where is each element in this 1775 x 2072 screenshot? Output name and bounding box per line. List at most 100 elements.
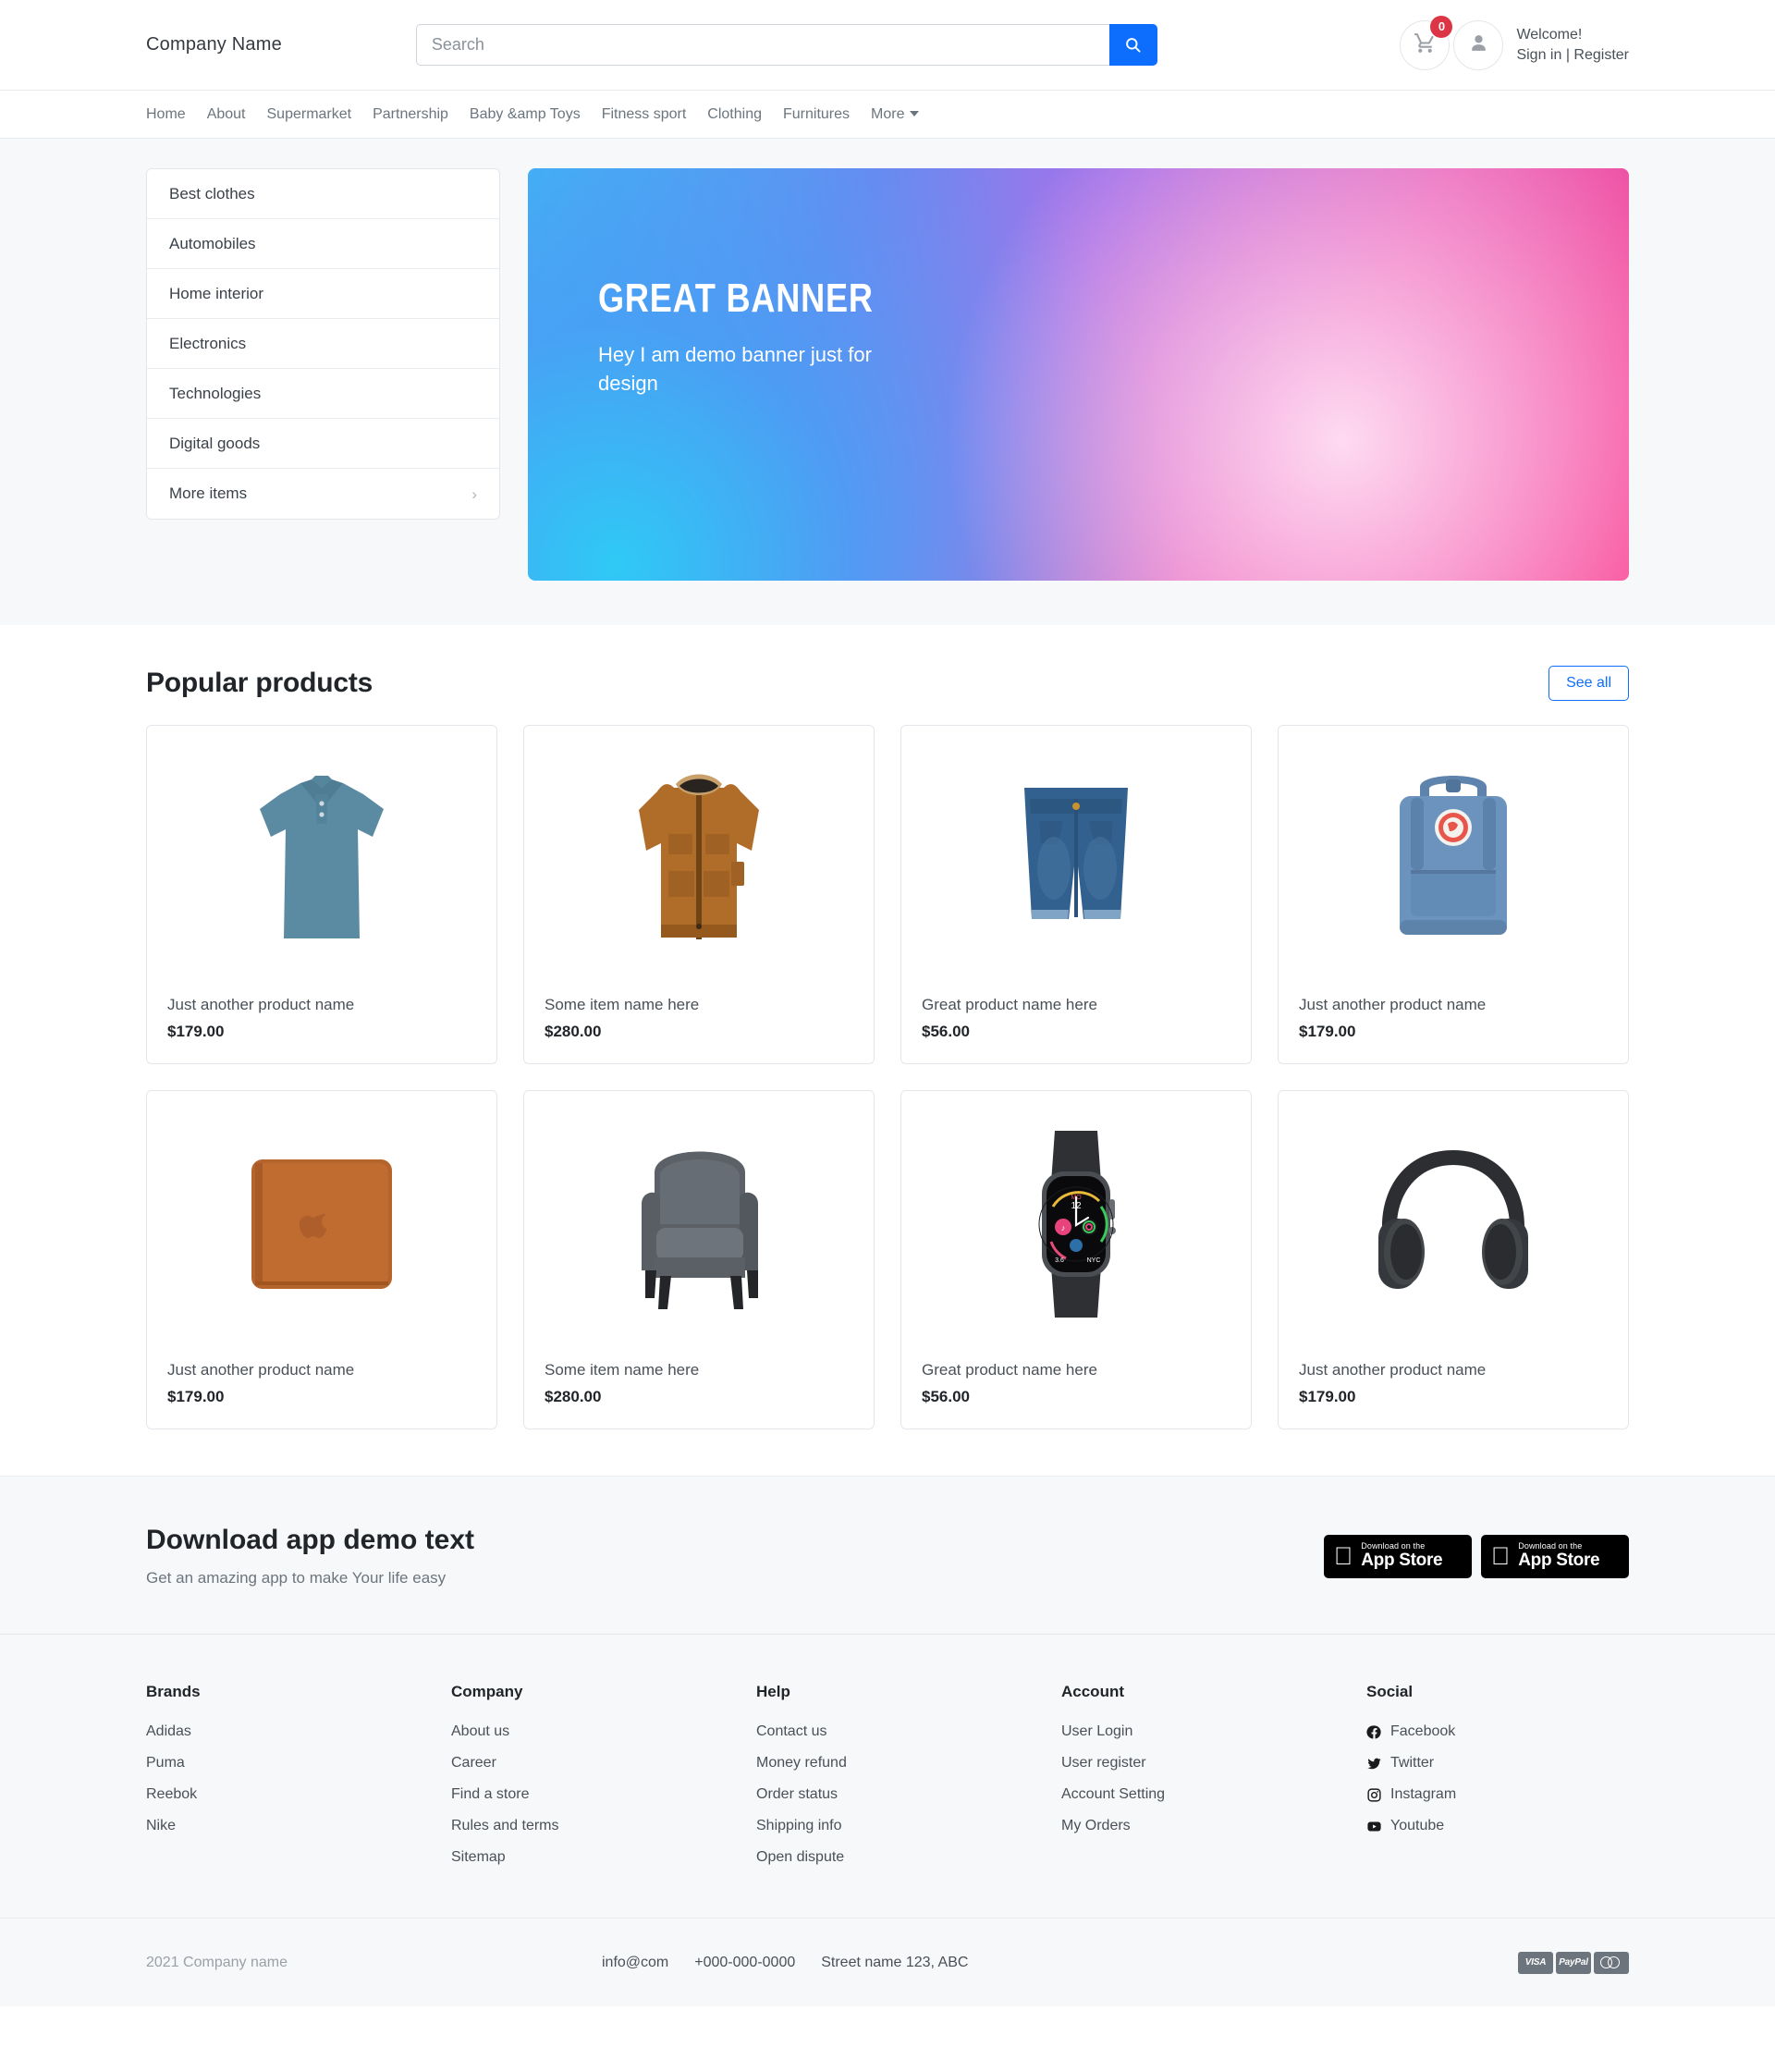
sidebar-item-label: More items xyxy=(169,484,248,502)
popular-products-section: Popular products See all Just another pr… xyxy=(0,625,1775,1476)
footer-link[interactable]: Reebok xyxy=(146,1786,451,1803)
product-card[interactable]: Great product name here $56.00 xyxy=(900,725,1252,1064)
sidebar-item-home-interior[interactable]: Home interior xyxy=(147,269,499,319)
grey-armchair-image xyxy=(524,1091,874,1357)
product-card[interactable]: MO 12 ♪ 3.6 NYC Great product name here $… xyxy=(900,1090,1252,1429)
nav-item-baby-amp-toys[interactable]: Baby &amp Toys xyxy=(470,106,581,123)
footer-bottom-bar: 2021 Company name info@com +000-000-0000… xyxy=(0,1918,1775,2006)
nav-item-supermarket[interactable]: Supermarket xyxy=(267,106,352,123)
sidebar-item-technologies[interactable]: Technologies xyxy=(147,369,499,419)
instagram-icon xyxy=(1366,1787,1382,1803)
search-input[interactable] xyxy=(415,24,1109,66)
facebook-icon xyxy=(1366,1724,1382,1740)
sidebar-item-more-items[interactable]: More items › xyxy=(147,469,499,519)
product-card[interactable]: Just another product name $179.00 xyxy=(146,725,497,1064)
footer-link[interactable]: Adidas xyxy=(146,1723,451,1740)
footer-link[interactable]: Money refund xyxy=(756,1755,1061,1772)
sign-in-link[interactable]: Sign in xyxy=(1516,47,1561,63)
blue-backpack-image xyxy=(1279,726,1628,992)
category-sidebar: Best clothes Automobiles Home interior Elec… xyxy=(146,168,500,520)
nav-item-partnership[interactable]: Partnership xyxy=(373,106,448,123)
footer-column-account: Account User Login User register Account Se… xyxy=(1061,1683,1366,1881)
search-button[interactable] xyxy=(1108,24,1157,66)
sidebar-item-automobiles[interactable]: Automobiles xyxy=(147,219,499,269)
nav-item-more[interactable]: More xyxy=(871,106,920,123)
page-root: Company Name Search 0 Welcome! Sign in |… xyxy=(0,0,1775,2006)
footer-column-title: Social xyxy=(1366,1683,1414,1700)
footer-link[interactable]: Puma xyxy=(146,1755,451,1772)
footer-link[interactable]: Shipping info xyxy=(756,1818,1061,1834)
footer-link[interactable]: Career xyxy=(451,1755,756,1772)
nav-item-clothing[interactable]: Clothing xyxy=(707,106,762,123)
social-link-facebook[interactable]: Facebook xyxy=(1366,1723,1456,1740)
payment-label: PayPal xyxy=(1559,1957,1588,1968)
footer-link[interactable]: User register xyxy=(1061,1755,1366,1772)
footer-link[interactable]: Account Setting xyxy=(1061,1786,1366,1803)
banner-content: GREAT BANNER Hey I am demo banner just f… xyxy=(598,276,934,398)
contact-info: info@com +000-000-0000 Street name 123, … xyxy=(602,1955,968,1971)
register-link[interactable]: Register xyxy=(1573,47,1629,63)
product-price: $280.00 xyxy=(545,1388,602,1405)
social-link-instagram[interactable]: Instagram xyxy=(1366,1786,1456,1803)
nav-item-furnitures[interactable]: Furnitures xyxy=(783,106,850,123)
footer-column-title: Company xyxy=(451,1683,523,1700)
product-price: $179.00 xyxy=(1299,1023,1356,1040)
smart-watch-image: MO 12 ♪ 3.6 NYC xyxy=(901,1091,1251,1357)
app-promo-section: Download app demo text Get an amazing ap… xyxy=(0,1476,1775,1634)
footer-link[interactable]: Sitemap xyxy=(451,1849,756,1866)
nav-item-home[interactable]: Home xyxy=(146,106,186,123)
section-title: Popular products xyxy=(146,668,373,698)
social-link-label: Twitter xyxy=(1390,1755,1435,1771)
account-button[interactable] xyxy=(1453,19,1504,70)
product-price: $56.00 xyxy=(922,1388,970,1405)
cart-button[interactable]: 0 xyxy=(1400,15,1453,70)
app-promo-subtitle: Get an amazing app to make Your life eas… xyxy=(146,1569,447,1587)
sidebar-item-electronics[interactable]: Electronics xyxy=(147,319,499,369)
search-icon xyxy=(1124,36,1142,54)
main-navigation: Home About Supermarket Partnership Baby &amp… xyxy=(0,91,1775,139)
product-card[interactable]: Just another product name $179.00 xyxy=(1278,725,1629,1064)
product-card[interactable]: Some item name here $280.00 xyxy=(523,1090,875,1429)
footer-link[interactable]: Contact us xyxy=(756,1723,1061,1740)
nav-item-fitness-sport[interactable]: Fitness sport xyxy=(602,106,687,123)
footer-column-company: Company About us Career Find a store Rules a… xyxy=(451,1683,756,1881)
footer-link[interactable]: My Orders xyxy=(1061,1818,1366,1834)
product-card[interactable]: Just another product name $179.00 xyxy=(1278,1090,1629,1429)
badge-big-text: App Store xyxy=(1500,1550,1599,1570)
footer-link[interactable]: Find a store xyxy=(451,1786,756,1803)
contact-phone: +000-000-0000 xyxy=(694,1954,796,1970)
product-name: Just another product name xyxy=(167,996,355,1013)
footer-column-title: Account xyxy=(1061,1683,1124,1700)
product-card[interactable]: Some item name here $280.00 xyxy=(523,725,875,1064)
promo-banner[interactable]: GREAT BANNER Hey I am demo banner just f… xyxy=(528,168,1629,581)
nav-item-about[interactable]: About xyxy=(207,106,246,123)
footer-column-help: Help Contact us Money refund Order status Sh… xyxy=(756,1683,1061,1881)
payment-label: VISA xyxy=(1524,1957,1547,1968)
site-header: Company Name Search 0 Welcome! Sign in |… xyxy=(0,0,1775,91)
footer-link[interactable]: User Login xyxy=(1061,1723,1366,1740)
app-store-badge[interactable]: Download on theApp Store xyxy=(1481,1534,1629,1578)
app-store-badge[interactable]: Download on theApp Store xyxy=(1324,1534,1472,1578)
product-name: Just another product name xyxy=(1299,1361,1487,1379)
sidebar-item-digital-goods[interactable]: Digital goods xyxy=(147,419,499,469)
cart-badge: 0 xyxy=(1430,15,1453,38)
footer-link[interactable]: Open dispute xyxy=(756,1849,1061,1866)
footer-link[interactable]: Nike xyxy=(146,1818,451,1834)
social-link-twitter[interactable]: Twitter xyxy=(1366,1755,1456,1772)
see-all-button[interactable]: See all xyxy=(1549,666,1629,701)
sidebar-item-best-clothes[interactable]: Best clothes xyxy=(147,169,499,219)
footer-link[interactable]: Rules and terms xyxy=(451,1818,756,1834)
twitter-icon xyxy=(1366,1756,1382,1772)
product-card[interactable]: Just another product name $179.00 xyxy=(146,1090,497,1429)
product-name: Great product name here xyxy=(922,996,1097,1013)
product-price: $179.00 xyxy=(167,1388,225,1405)
footer-link[interactable]: Order status xyxy=(756,1786,1061,1803)
footer-link[interactable]: About us xyxy=(451,1723,756,1740)
product-info: Great product name here $56.00 xyxy=(901,1357,1251,1428)
brand-logo[interactable]: Company Name xyxy=(129,34,282,55)
svg-text:♪: ♪ xyxy=(1061,1223,1066,1232)
product-name: Great product name here xyxy=(922,1361,1097,1379)
sidebar-item-label: Automobiles xyxy=(169,234,256,252)
badge-big-text: App Store xyxy=(1342,1550,1442,1570)
social-link-youtube[interactable]: Youtube xyxy=(1366,1818,1456,1834)
